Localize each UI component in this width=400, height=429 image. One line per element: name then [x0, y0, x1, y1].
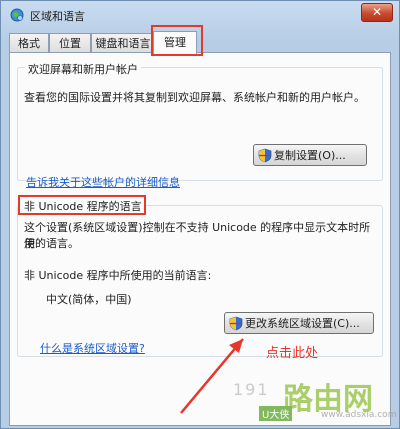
copy-settings-button[interactable]: 复制设置(O)...	[253, 144, 367, 166]
watermark-site: www.adsxia.com	[321, 410, 397, 420]
tab-keyboard-language[interactable]: 键盘和语言	[91, 33, 155, 53]
shield-icon	[258, 148, 272, 163]
welcome-screen-group: 欢迎屏幕和新用户帐户 查看您的国际设置并将其复制到欢迎屏幕、系统帐户和新的用户帐…	[17, 61, 383, 181]
window-title: 区域和语言	[30, 10, 85, 23]
click-here-annotation: 点击此处	[266, 346, 319, 361]
unicode-description-line2: 用的语言。	[24, 237, 79, 250]
watermark-badge: U大侠	[259, 406, 293, 421]
non-unicode-group-title: 非 Unicode 程序的语言	[18, 195, 146, 215]
watermark-digits: 191	[233, 380, 270, 399]
welcome-group-title: 欢迎屏幕和新用户帐户	[25, 61, 141, 77]
shield-icon	[229, 316, 243, 331]
tab-highlight-box	[151, 25, 203, 56]
account-details-link[interactable]: 告诉我关于这些帐户的详细信息	[26, 174, 180, 190]
change-system-locale-label: 更改系统区域设置(C)...	[245, 317, 360, 330]
region-language-window: 区域和语言 ✕ 格式 位置 键盘和语言 管理 欢迎屏幕和新用户帐户 查看您的国际…	[0, 0, 400, 429]
globe-icon	[10, 8, 24, 22]
current-language-label: 非 Unicode 程序中所使用的当前语言:	[24, 269, 212, 282]
current-language-value: 中文(简体，中国)	[46, 293, 132, 306]
tab-location[interactable]: 位置	[49, 33, 91, 53]
welcome-description: 查看您的国际设置并将其复制到欢迎屏幕、系统帐户和新的用户帐户。	[24, 91, 365, 104]
watermark: 191 路由网 U大侠 www.adsxia.com	[233, 376, 399, 428]
system-locale-help-link[interactable]: 什么是系统区域设置?	[40, 340, 145, 356]
copy-settings-label: 复制设置(O)...	[274, 149, 346, 162]
close-button[interactable]: ✕	[361, 3, 393, 22]
tab-format[interactable]: 格式	[9, 33, 49, 53]
